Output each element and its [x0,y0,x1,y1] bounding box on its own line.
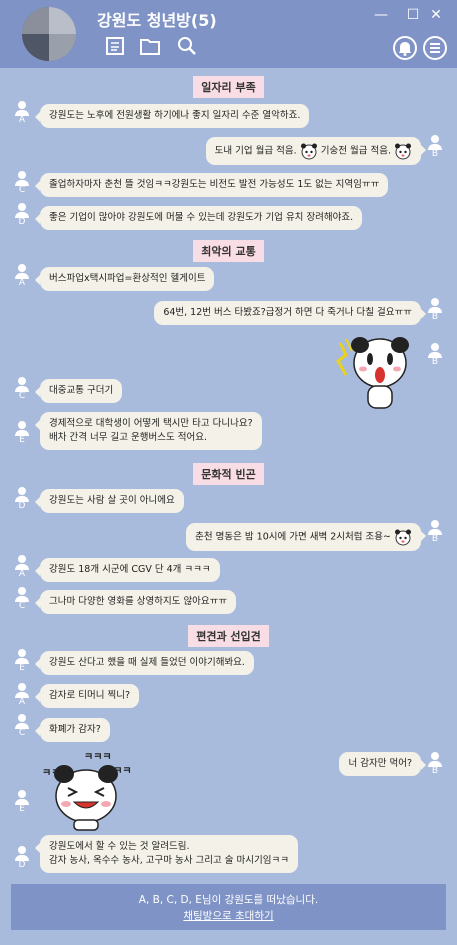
user-avatar[interactable]: A [15,555,29,579]
avatar-photo-3 [22,34,49,61]
user-avatar[interactable]: E [15,790,29,814]
user-avatar[interactable]: C [15,377,29,401]
user-avatar[interactable]: A [15,683,29,707]
message-bubble[interactable]: 감자로 티머니 찍니? [34,684,140,708]
avatar-photo-2 [49,7,76,34]
user-avatar[interactable]: A [15,101,29,125]
chat-room-title: 강원도 청년방(5) [97,11,217,30]
message-bubble[interactable]: 너 감자만 먹어? [339,752,426,776]
panda-emoticon [395,529,411,546]
message-bubble[interactable]: 강원도에서 할 수 있는 것 알려드림. 감자 농사, 옥수수 농사, 고구마 … [35,835,298,873]
message-bubble[interactable]: 경제적으로 대학생이 어떻게 택시만 타고 다니나요? 배차 간격 너무 길고 … [35,412,262,450]
message-bubble[interactable]: 화폐가 감자? [35,718,110,742]
leave-notice-box: A, B, C, D, E님이 강원도를 떠났습니다. 채팅방으로 초대하기 [11,884,446,930]
leave-notice-text: A, B, C, D, E님이 강원도를 떠났습니다. [138,894,319,906]
shocked-panda-sticker[interactable] [334,331,414,413]
folder-icon[interactable] [139,36,161,56]
avatar-photo-1 [22,7,49,34]
group-avatar[interactable] [22,7,76,61]
laugh-text: ㅋㅋㅋ [42,768,70,779]
notebook-icon[interactable] [104,36,126,56]
user-avatar[interactable]: A [15,264,29,288]
user-avatar[interactable]: B [428,343,442,367]
message-bubble[interactable]: 춘천 명동은 밤 10시에 가면 새벽 2시처럼 조용~ [186,523,426,551]
laughing-panda-sticker[interactable]: ㅋㅋㅋ ㅋㅋㅋ ㅋㅋㅋ [42,748,132,832]
message-bubble[interactable]: 그나마 다양한 영화를 상영하지도 않아요ㅠㅠ [34,590,237,614]
user-avatar[interactable]: E [15,649,29,673]
user-avatar[interactable]: D [15,846,29,870]
message-bubble[interactable]: 도내 기업 월급 적음. 기숭전 월급 적음. [205,137,427,165]
avatar-photo-4 [49,34,76,61]
panda-emoticon [395,143,411,160]
laugh-text: ㅋㅋㅋ [104,766,132,777]
user-avatar[interactable]: C [15,587,29,611]
message-bubble[interactable]: 버스파업x택시파업=환상적인 헬게이트 [34,267,215,291]
section-label: 문화적 빈곤 [0,463,457,485]
chat-header: 강원도 청년방(5) — ☐ ✕ [0,0,457,68]
message-bubble[interactable]: 강원도는 노후에 전원생활 하기에나 좋지 일자리 수준 열악하죠. [34,104,310,128]
user-avatar[interactable]: E [15,421,29,445]
user-avatar[interactable]: B [428,298,442,322]
laugh-text: ㅋㅋㅋ [84,752,112,763]
user-avatar[interactable]: B [428,520,442,544]
user-avatar[interactable]: D [15,203,29,227]
message-bubble[interactable]: 좋은 기업이 많아야 강원도에 머물 수 있는데 강원도가 기업 유치 장려해야… [34,206,363,230]
section-label: 편견과 선입견 [0,625,457,647]
section-label: 최악의 교통 [0,240,457,262]
user-avatar[interactable]: B [428,135,442,159]
message-list[interactable]: 일자리 부족 A 강원도는 노후에 전원생활 하기에나 좋지 일자리 수준 열악… [0,68,457,880]
menu-icon [430,43,440,53]
user-avatar[interactable]: C [15,171,29,195]
section-label: 일자리 부족 [0,76,457,98]
notification-button[interactable] [393,36,417,60]
menu-button[interactable] [423,36,447,60]
message-bubble[interactable]: 강원도 산다고 했을 때 실제 들었던 이야기해봐요. [35,651,254,675]
message-bubble[interactable]: 대중교통 구더기 [34,379,123,403]
minimize-button[interactable]: — [374,8,388,22]
invite-link[interactable]: 채팅방으로 초대하기 [11,908,446,923]
message-bubble[interactable]: 강원도는 사람 살 곳이 아니에요 [35,489,184,513]
search-icon[interactable] [176,36,198,56]
user-avatar[interactable]: B [428,752,442,776]
message-bubble[interactable]: 졸업하자마자 춘천 뜰 것임ㅋㅋ강원도는 비전도 발전 가능성도 1도 없는 지… [34,173,389,197]
message-bubble[interactable]: 64번, 12번 버스 타봤죠?급정거 하면 다 죽거나 다칠 걸요ㅠㅠ [154,301,426,325]
panda-emoticon [300,143,317,160]
message-bubble[interactable]: 강원도 18개 시군에 CGV 단 4개 ㅋㅋㅋ [35,558,220,582]
chat-footer: A, B, C, D, E님이 강원도를 떠났습니다. 채팅방으로 초대하기 [0,880,457,945]
maximize-button[interactable]: ☐ [406,8,420,22]
bell-icon [399,42,411,56]
user-avatar[interactable]: D [15,487,29,511]
user-avatar[interactable]: C [15,714,29,738]
close-button[interactable]: ✕ [429,8,443,22]
